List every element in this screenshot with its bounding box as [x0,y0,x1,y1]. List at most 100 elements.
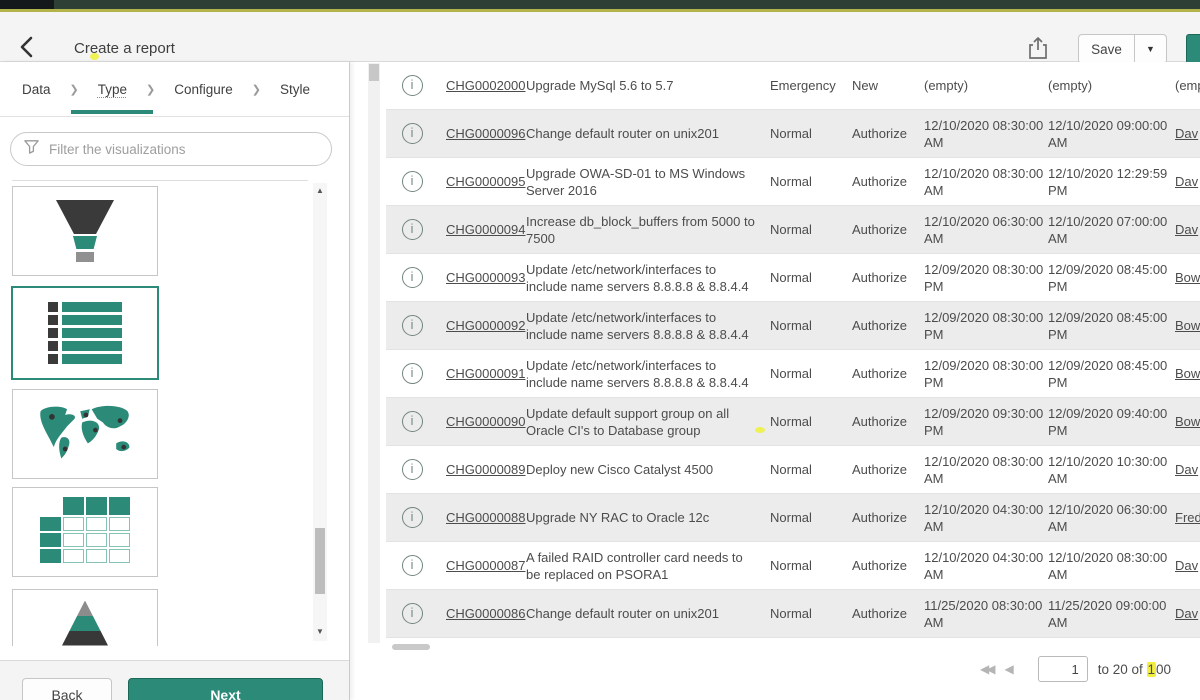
assigned-to-empty: (empty) [1175,78,1200,93]
info-icon[interactable]: i [402,171,423,192]
first-page-icon[interactable]: ◀◀ [980,662,992,676]
table-horizontal-scrollbar-thumb[interactable] [392,644,430,650]
info-icon[interactable]: i [402,267,423,288]
priority-value: Emergency [764,77,844,94]
info-icon[interactable]: i [402,75,423,96]
record-number-link[interactable]: CHG0002000 [446,78,526,93]
table-vertical-scrollbar-thumb[interactable] [369,64,379,81]
table-vertical-scrollbar[interactable] [368,63,380,643]
info-icon[interactable]: i [402,603,423,624]
viz-scrollbar-thumb[interactable] [315,528,325,594]
record-number-link[interactable]: CHG0000087 [446,558,526,573]
previous-page-icon[interactable]: ◀ [1004,662,1013,676]
wizard-step-style[interactable]: Style [280,82,310,97]
priority-value: Normal [764,461,844,478]
assigned-to-link[interactable]: Fred [1175,510,1200,525]
wizard-step-data[interactable]: Data [22,82,51,97]
info-icon[interactable]: i [402,411,423,432]
table-row[interactable]: i CHG0000086Change default router on unix… [386,590,1200,638]
wizard-footer: Back Next [0,660,350,700]
filter-visualizations-input[interactable] [49,142,319,157]
table-row[interactable]: iCHG0000092Update /etc/network/interface… [386,302,1200,350]
share-icon[interactable] [1028,36,1050,62]
cursor-highlight-dot [90,53,99,60]
planned-start-date: 12/10/2020 08:30:00 AM [924,117,1046,151]
short-description: Change default router on unix201 [526,605,764,622]
wizard-step-type[interactable]: Type [98,82,127,97]
info-icon[interactable]: i [402,459,423,480]
clipped-primary-button[interactable] [1186,34,1200,64]
info-icon[interactable]: i [402,555,423,576]
priority-value: Normal [764,509,844,526]
scroll-up-icon[interactable]: ▲ [313,184,327,196]
assigned-to-link[interactable]: Bow [1175,318,1200,333]
row-range-label: to 20 of 100 [1098,662,1171,677]
info-icon[interactable]: i [402,123,423,144]
record-number-link[interactable]: CHG0000091 [446,366,526,381]
assigned-to-link[interactable]: Dav [1175,606,1198,621]
save-caret-down-icon[interactable]: ▼ [1134,34,1167,64]
state-value: Authorize [844,269,924,286]
assigned-to-link[interactable]: Bow [1175,270,1200,285]
assigned-to-link[interactable]: Dav [1175,462,1198,477]
next-button[interactable]: Next [128,678,323,700]
assigned-to-link[interactable]: Dav [1175,126,1198,141]
wizard-step-configure[interactable]: Configure [174,82,233,97]
filter-funnel-icon [23,138,40,160]
record-number-link[interactable]: CHG0000093 [446,270,526,285]
short-description: Change default router on unix201 [526,125,764,142]
table-row[interactable]: iCHG0000087A failed RAID controller card… [386,542,1200,590]
assigned-to-link[interactable]: Bow [1175,366,1200,381]
record-number-link[interactable]: CHG0000092 [446,318,526,333]
planned-end-date: 12/09/2020 08:45:00 PM [1046,261,1172,295]
table-row[interactable]: iCHG0000095Upgrade OWA-SD-01 to MS Windo… [386,158,1200,206]
table-row[interactable]: iCHG0000088Upgrade NY RAC to Oracle 12cN… [386,494,1200,542]
planned-end-date: 12/09/2020 08:45:00 PM [1046,357,1172,391]
planned-start-date: 12/09/2020 08:30:00 PM [924,357,1046,391]
viz-card-pyramid[interactable] [12,589,158,646]
planned-end-date: 12/10/2020 06:30:00 AM [1046,501,1172,535]
table-row[interactable]: iCHG0000091Update /etc/network/interface… [386,350,1200,398]
table-row[interactable]: iCHG0000093Update /etc/network/interface… [386,254,1200,302]
viz-card-funnel[interactable] [12,186,158,276]
record-number-link[interactable]: CHG0000095 [446,174,526,189]
record-number-link[interactable]: CHG0000094 [446,222,526,237]
planned-end-date: 11/25/2020 09:00:00 AM [1046,597,1172,631]
table-row[interactable]: iCHG0000090Update default support group … [386,398,1200,446]
assigned-to-link[interactable]: Dav [1175,558,1198,573]
table-row[interactable]: i CHG0002000Upgrade MySql 5.6 to 5.7Emerg… [386,62,1200,110]
back-button[interactable]: Back [22,678,112,700]
info-icon[interactable]: i [402,315,423,336]
priority-value: Normal [764,269,844,286]
planned-start-date: 12/09/2020 09:30:00 PM [924,405,1046,439]
planned-start-date: 12/10/2020 06:30:00 AM [924,213,1046,247]
planned-start-date: 12/09/2020 08:30:00 PM [924,309,1046,343]
info-icon[interactable]: i [402,507,423,528]
record-number-link[interactable]: CHG0000088 [446,510,526,525]
table-row[interactable]: iCHG0000094Increase db_block_buffers fro… [386,206,1200,254]
table-row[interactable]: i CHG0000089Deploy new Cisco Catalyst 450… [386,446,1200,494]
assigned-to-link[interactable]: Bow [1175,414,1200,429]
info-icon[interactable]: i [402,219,423,240]
record-number-link[interactable]: CHG0000096 [446,126,526,141]
short-description: Upgrade MySql 5.6 to 5.7 [526,77,764,94]
viz-card-pivot-table[interactable] [12,487,158,577]
viz-card-list[interactable] [11,286,159,380]
priority-value: Normal [764,125,844,142]
record-number-link[interactable]: CHG0000090 [446,414,526,429]
short-description: Deploy new Cisco Catalyst 4500 [526,461,764,478]
save-button[interactable]: Save [1078,34,1134,64]
back-chevron-icon[interactable] [18,36,38,60]
record-number-link[interactable]: CHG0000089 [446,462,526,477]
table-row[interactable]: i CHG0000096Change default router on unix… [386,110,1200,158]
world-map-icon [33,401,137,468]
scroll-down-icon[interactable]: ▼ [313,625,327,637]
viz-card-world-map[interactable] [12,389,158,479]
breadcrumb: Data❯Type❯Configure❯Style [0,62,350,117]
record-number-link[interactable]: CHG0000086 [446,606,526,621]
assigned-to-link[interactable]: Dav [1175,222,1198,237]
info-icon[interactable]: i [402,363,423,384]
page-number-input[interactable] [1038,656,1088,682]
list-chart-icon [48,302,122,364]
assigned-to-link[interactable]: Dav [1175,174,1198,189]
